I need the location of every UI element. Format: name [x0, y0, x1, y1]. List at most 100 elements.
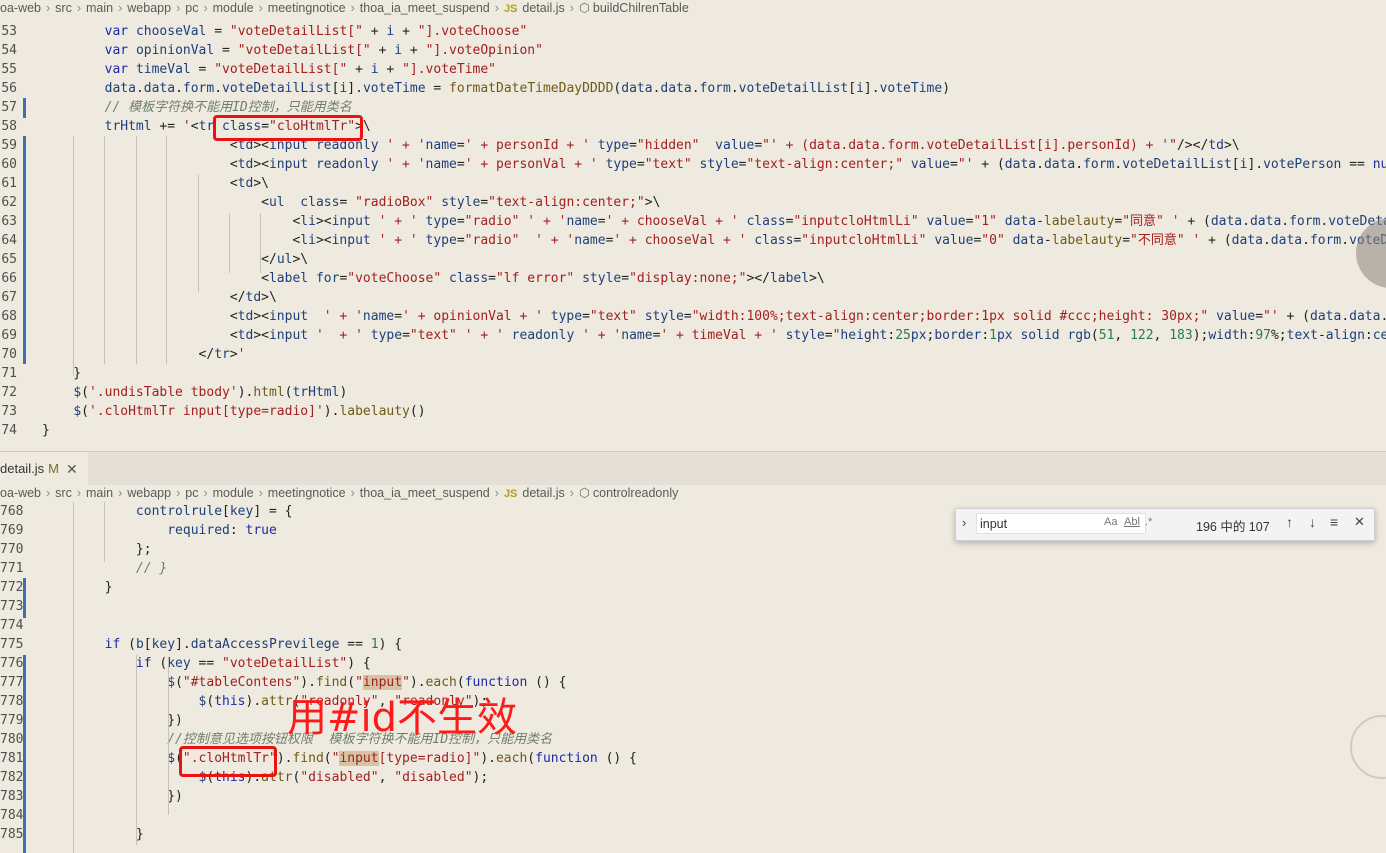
code-line[interactable]: 64 <li><input ' + ' type="radio" ' + 'na… [0, 231, 1386, 250]
code-line[interactable]: 770 }; [0, 540, 1386, 559]
find-in-selection-icon[interactable]: ≡ [1330, 514, 1338, 530]
code-text: required: true [167, 523, 277, 538]
code-text: <label for="voteChoose" class="lf error"… [42, 271, 825, 286]
breadcrumb-item[interactable]: module [213, 486, 254, 500]
breadcrumb-item[interactable]: main [86, 1, 113, 15]
line-number: 774 [0, 618, 24, 633]
line-number: 779 [0, 713, 24, 728]
code-line[interactable]: 56 data.data.form.voteDetailList[i].vote… [0, 79, 1386, 98]
tab-detail-js[interactable]: detail.js M ✕ [0, 452, 88, 486]
line-number: 769 [0, 523, 24, 538]
code-line[interactable]: 71 } [0, 364, 1386, 383]
toggle-replace-icon[interactable]: › [962, 515, 966, 530]
code-line[interactable]: 70 </tr>' [0, 345, 1386, 364]
js-file-icon: JS [503, 488, 518, 500]
code-line[interactable]: 72 $('.undisTable tbody').html(trHtml) [0, 383, 1386, 402]
breadcrumb-item[interactable]: webapp [127, 486, 171, 500]
match-case-icon[interactable]: Aa [1104, 516, 1117, 528]
code-line[interactable]: 55 var timeVal = "voteDetailList[" + i +… [0, 60, 1386, 79]
code-line[interactable]: 772 } [0, 578, 1386, 597]
breadcrumb-item[interactable]: webapp [127, 1, 171, 15]
breadcrumb-item[interactable]: pc [185, 1, 198, 15]
git-change-indicator [23, 98, 26, 118]
breadcrumb-item[interactable]: pc [185, 486, 198, 500]
indent-guide [166, 136, 167, 364]
line-number: 62 [1, 195, 17, 210]
line-number: 59 [1, 138, 17, 153]
breadcrumb-separator: › [258, 486, 263, 500]
code-line[interactable]: 775 if (b[key].dataAccessPrevilege == 1)… [0, 635, 1386, 654]
line-number: 783 [0, 789, 24, 804]
git-change-indicator [23, 578, 26, 618]
breadcrumb-item[interactable]: thoa_ia_meet_suspend [360, 486, 490, 500]
code-text: }; [42, 542, 152, 557]
close-icon[interactable]: ✕ [66, 452, 78, 486]
code-text: controlrule[key] = { [135, 504, 293, 519]
code-line[interactable]: 774 [0, 616, 1386, 635]
breadcrumb-item[interactable]: detail.js [522, 486, 564, 500]
breadcrumb-item[interactable]: meetingnotice [268, 486, 346, 500]
previous-match-icon[interactable]: ↑ [1286, 514, 1293, 530]
code-line[interactable]: 63 <li><input ' + ' type="radio" ' + 'na… [0, 212, 1386, 231]
next-match-icon[interactable]: ↓ [1309, 514, 1316, 530]
code-line[interactable]: 57 // 模板字符换不能用ID控制，只能用类名 [0, 98, 1386, 117]
regex-icon[interactable]: .* [1145, 516, 1152, 528]
breadcrumb-item[interactable]: module [213, 1, 254, 15]
breadcrumb-item[interactable]: buildChilrenTable [593, 1, 689, 15]
code-text: $(".cloHtmlTr").find("input[type=radio]"… [167, 751, 637, 766]
breadcrumb-item[interactable]: controlreadonly [593, 486, 678, 500]
breadcrumb-item[interactable]: main [86, 486, 113, 500]
code-line[interactable]: 783 }) [0, 787, 1386, 806]
line-number: 60 [1, 157, 17, 172]
code-line[interactable]: 61 <td>\ [0, 174, 1386, 193]
whole-word-icon[interactable]: Abl [1124, 516, 1140, 528]
breadcrumb-separator: › [494, 1, 499, 15]
code-text: } [42, 580, 113, 595]
code-text: </td>\ [42, 290, 277, 305]
code-line[interactable]: 785 } [0, 825, 1386, 844]
breadcrumb-separator: › [203, 1, 208, 15]
code-line[interactable]: 73 $('.cloHtmlTr input[type=radio]').lab… [0, 402, 1386, 421]
code-line[interactable]: 777 $("#tableContens").find("input").eac… [0, 673, 1386, 692]
code-line[interactable]: 69 <td><input ' + ' type="text" ' + ' re… [0, 326, 1386, 345]
breadcrumb-item[interactable]: thoa_ia_meet_suspend [360, 1, 490, 15]
breadcrumb-item[interactable]: detail.js [522, 1, 564, 15]
code-line[interactable]: 68 <td><input ' + 'name=' + opinionVal +… [0, 307, 1386, 326]
code-line[interactable]: 54 var opinionVal = "voteDetailList[" + … [0, 41, 1386, 60]
code-line[interactable]: 773 [0, 597, 1386, 616]
code-line[interactable]: 66 <label for="voteChoose" class="lf err… [0, 269, 1386, 288]
breadcrumb-item[interactable]: oa-web [0, 486, 41, 500]
code-line[interactable]: 59 <td><input readonly ' + 'name=' + per… [0, 136, 1386, 155]
find-input[interactable] [980, 515, 1095, 532]
top-editor-pane[interactable]: oa-web › src › main › webapp › pc › module › meeting… [0, 0, 1386, 451]
breadcrumb-item[interactable]: src [55, 486, 72, 500]
code-line[interactable]: 60 <td><input readonly ' + 'name=' + per… [0, 155, 1386, 174]
breadcrumb-item[interactable]: oa-web [0, 1, 41, 15]
breadcrumb-item[interactable]: meetingnotice [268, 1, 346, 15]
indent-guide [136, 136, 137, 364]
close-icon[interactable]: ✕ [1354, 514, 1365, 530]
code-line[interactable]: 74} [0, 421, 1386, 440]
annotation-text: 用#id不生效 [287, 695, 518, 741]
code-line[interactable]: 67 </td>\ [0, 288, 1386, 307]
code-line[interactable]: 62 <ul class= "radioBox" style="text-ali… [0, 193, 1386, 212]
code-line[interactable]: 778 $(this).attr("readonly", "readonly")… [0, 692, 1386, 711]
code-text: <li><input ' + ' type="radio" ' + 'name=… [42, 214, 1386, 229]
breadcrumb-separator: › [350, 1, 355, 15]
line-number: 74 [1, 423, 17, 438]
breadcrumb-item[interactable]: src [55, 1, 72, 15]
code-line[interactable]: 784 [0, 806, 1386, 825]
line-number: 73 [1, 404, 17, 419]
line-number: 66 [1, 271, 17, 286]
breadcrumb: oa-web › src › main › webapp › pc › module › meeting… [0, 485, 1386, 502]
code-line[interactable]: 776 if (key == "voteDetailList") { [0, 654, 1386, 673]
breadcrumb-separator: › [76, 486, 82, 500]
code-line[interactable]: 53 var chooseVal = "voteDetailList[" + i… [0, 22, 1386, 41]
code-line[interactable]: 65 </ul>\ [0, 250, 1386, 269]
breadcrumb-separator: › [118, 486, 123, 500]
code-line[interactable]: 58 trHtml += '<tr class="cloHtmlTr">\ [0, 117, 1386, 136]
code-line[interactable]: 771 // } [0, 559, 1386, 578]
line-number: 67 [1, 290, 17, 305]
code-line[interactable]: 779 }) [0, 711, 1386, 730]
line-number: 782 [0, 770, 24, 785]
